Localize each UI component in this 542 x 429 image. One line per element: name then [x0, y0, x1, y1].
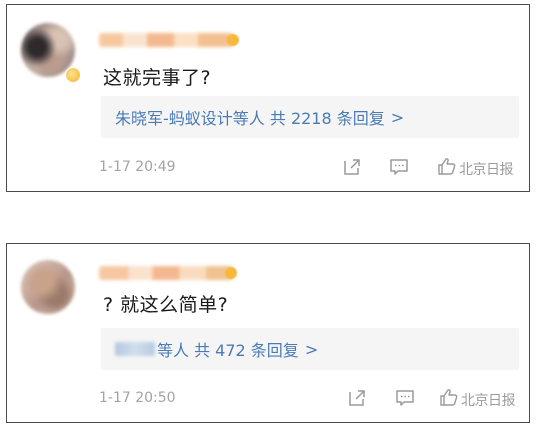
watermark-text: 北京日报 [459, 162, 514, 178]
replier-names-blurred [115, 342, 155, 356]
comment-icon[interactable] [395, 388, 415, 408]
level-badge-icon [225, 267, 237, 279]
comment-card: ? 就这么简单? 等人 共 472 条回复 > 1-17 20:50 北京日报 [6, 243, 530, 423]
level-badge-icon [227, 34, 239, 46]
timestamp: 1-17 20:49 [99, 159, 176, 175]
chevron-right-icon: > [390, 107, 405, 127]
share-icon[interactable] [342, 157, 362, 177]
username-blurred[interactable] [99, 33, 233, 47]
reply-summary-text: 朱晓军-蚂蚁设计等人 共 2218 条回复 [115, 109, 385, 128]
comment-icon[interactable] [389, 157, 409, 177]
watermark-text: 北京日报 [461, 393, 516, 409]
timestamp: 1-17 20:50 [99, 390, 176, 406]
like-icon[interactable] [437, 156, 457, 176]
username-blurred[interactable] [99, 266, 233, 280]
chevron-right-icon: > [304, 339, 319, 359]
comment-text: ? 就这么简单? [103, 294, 229, 316]
verified-badge-icon [65, 67, 81, 83]
like-icon[interactable] [439, 387, 459, 407]
share-icon[interactable] [347, 388, 367, 408]
reply-summary-link[interactable]: 朱晓军-蚂蚁设计等人 共 2218 条回复 > [101, 96, 519, 138]
reply-summary-text: 等人 共 472 条回复 [157, 341, 299, 360]
avatar[interactable] [21, 260, 75, 314]
reply-summary-link[interactable]: 等人 共 472 条回复 > [101, 328, 519, 370]
comment-text: 这就完事了? [103, 67, 212, 89]
comment-card: 这就完事了? 朱晓军-蚂蚁设计等人 共 2218 条回复 > 1-17 20:4… [6, 4, 530, 192]
